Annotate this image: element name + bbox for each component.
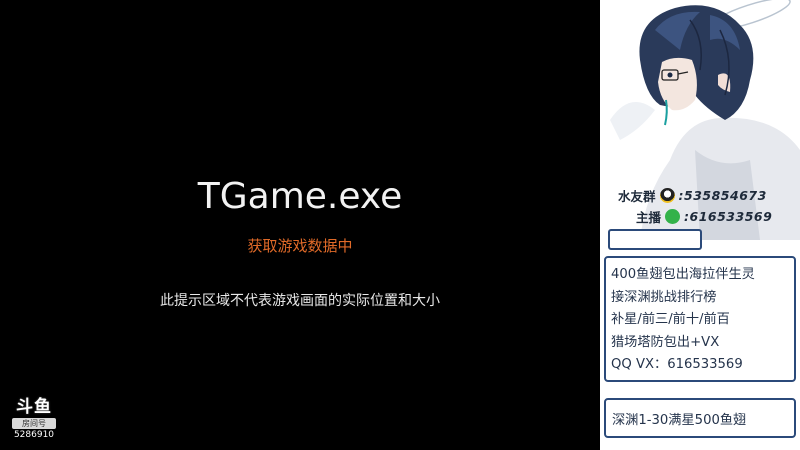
streamer-sidebar: 水友群 :535854673 主播 :616533569 400鱼翅包出海拉伴生… — [600, 0, 800, 450]
douyu-logo: 斗鱼 — [16, 397, 52, 417]
game-area: TGame.exe 获取游戏数据中 此提示区域不代表游戏画面的实际位置和大小 斗… — [0, 0, 600, 450]
fan-group-label: 水友群 — [618, 189, 656, 204]
fan-group-row: 水友群 :535854673 — [618, 186, 767, 205]
promo-banner: 深渊1-30满星500鱼翅 — [604, 398, 796, 438]
blank-label-box — [608, 229, 702, 250]
fan-group-number: :535854673 — [678, 188, 767, 203]
info-panel: 400鱼翅包出海拉伴生灵 接深渊挑战排行榜 补星/前三/前十/前百 猎场塔防包出… — [604, 256, 796, 382]
streamer-number: :616533569 — [684, 209, 773, 224]
info-line: 400鱼翅包出海拉伴生灵 — [611, 267, 755, 282]
game-title: TGame.exe — [197, 176, 403, 217]
qq-icon — [659, 188, 675, 203]
douyu-watermark: 斗鱼 房间号 5286910 — [10, 392, 58, 440]
area-hint: 此提示区域不代表游戏画面的实际位置和大小 — [160, 293, 440, 309]
streamer-label: 主播 — [636, 210, 662, 225]
wechat-icon — [665, 209, 681, 224]
streamer-contact-row: 主播 :616533569 — [636, 207, 772, 226]
info-line: 猎场塔防包出+VX — [611, 334, 720, 350]
info-line: QQ VX：616533569 — [611, 357, 743, 372]
info-line: 接深渊挑战排行榜 — [611, 289, 717, 305]
loading-status: 获取游戏数据中 — [247, 237, 353, 255]
info-line: 补星/前三/前十/前百 — [611, 312, 730, 327]
room-id: 5286910 — [13, 430, 55, 440]
room-tag: 房间号 — [12, 418, 56, 429]
